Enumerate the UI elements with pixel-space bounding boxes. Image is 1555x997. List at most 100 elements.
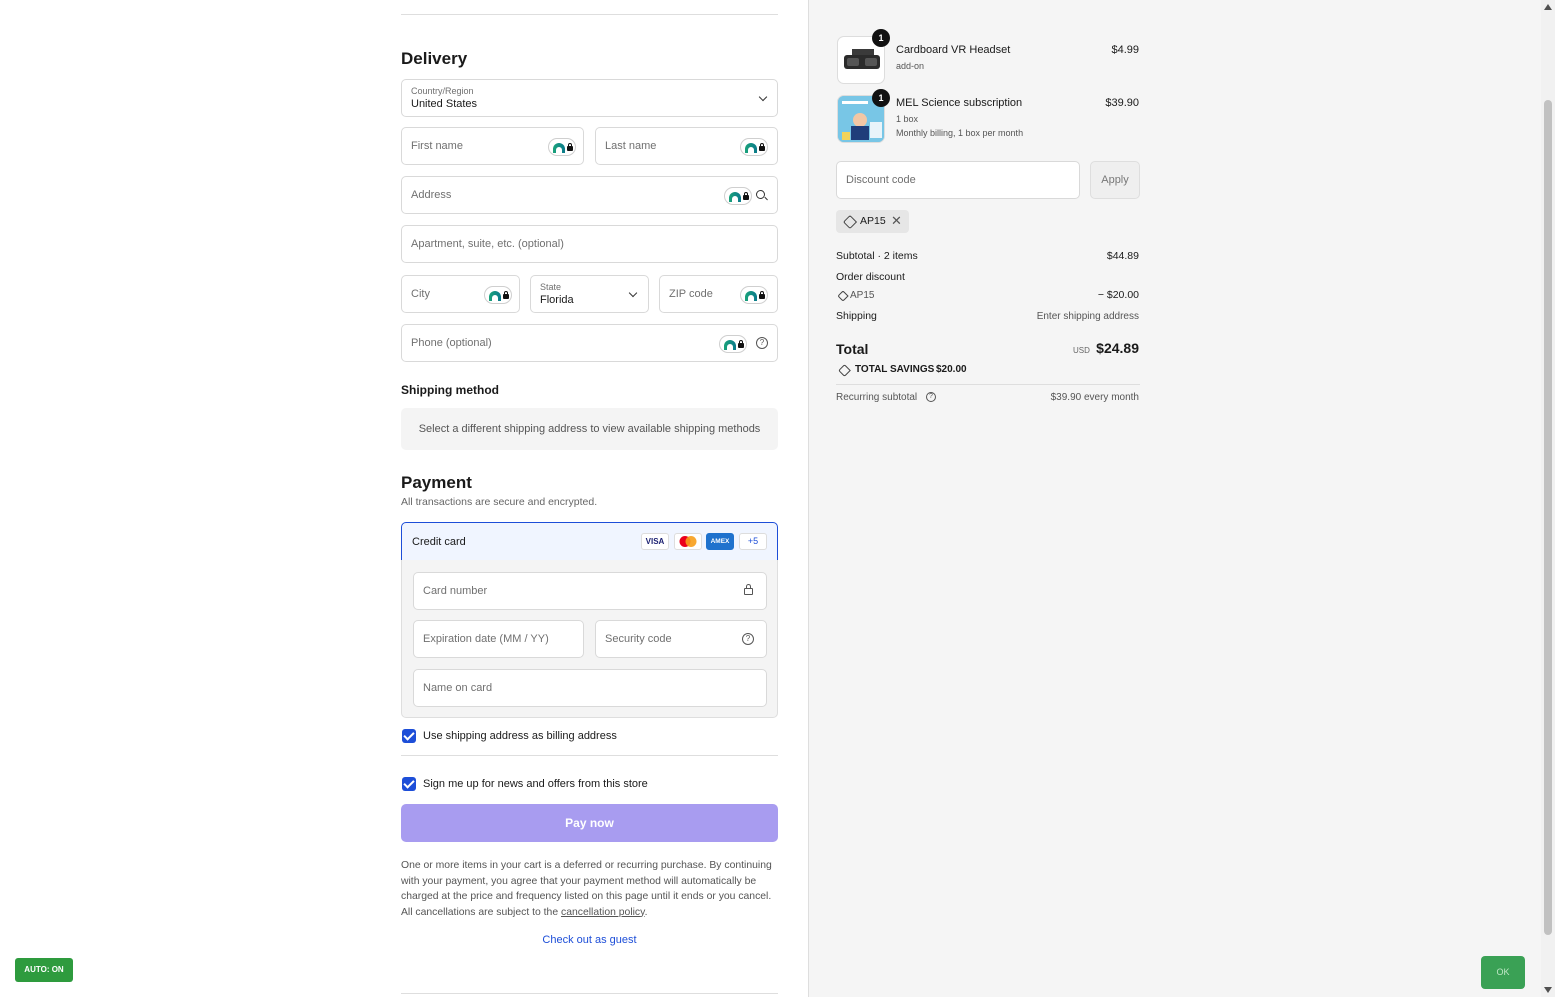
expiration-placeholder: Expiration date (MM / YY)	[423, 633, 549, 645]
credit-card-form: Card number Expiration date (MM / YY) Se…	[401, 560, 778, 718]
guest-checkout-link[interactable]: Check out as guest	[401, 934, 778, 946]
autofill-lock-icon[interactable]	[740, 138, 768, 156]
country-value: United States	[411, 98, 478, 110]
city-field[interactable]: City	[401, 275, 520, 313]
newsletter-checkbox[interactable]	[402, 777, 416, 791]
checkout-form-panel: Delivery Country/Region United States Fi…	[0, 0, 808, 997]
section-divider	[401, 14, 778, 15]
tag-icon	[837, 290, 849, 302]
credit-card-option[interactable]: Credit card VISA AMEX +5	[401, 522, 778, 561]
lock-icon	[744, 584, 753, 595]
recurring-purchase-notice: One or more items in your cart is a defe…	[401, 858, 779, 920]
applied-code: AP15	[860, 215, 886, 227]
zip-field[interactable]: ZIP code	[659, 275, 778, 313]
state-label: State	[540, 282, 562, 292]
autofill-lock-icon[interactable]	[740, 286, 768, 304]
last-name-placeholder: Last name	[605, 140, 657, 152]
total-label: Total	[836, 341, 869, 357]
pay-now-button[interactable]: Pay now	[401, 804, 778, 842]
previous-section-fragment	[401, 0, 778, 3]
item-price: $4.99	[1111, 44, 1139, 56]
expiration-field[interactable]: Expiration date (MM / YY)	[413, 620, 584, 658]
recurring-value: $39.90 every month	[1050, 392, 1139, 403]
discount-code-row: AP15	[850, 290, 875, 301]
zip-placeholder: ZIP code	[669, 288, 713, 300]
help-icon[interactable]: ?	[756, 337, 768, 349]
name-on-card-placeholder: Name on card	[423, 682, 493, 694]
visa-icon: VISA	[641, 533, 669, 550]
autofill-lock-icon[interactable]	[548, 138, 576, 156]
payment-heading: Payment	[401, 473, 472, 492]
country-select[interactable]: Country/Region United States	[401, 79, 778, 117]
billing-checkbox-label: Use shipping address as billing address	[423, 730, 617, 742]
country-label: Country/Region	[411, 86, 474, 96]
currency-code: USD	[1073, 346, 1090, 355]
delivery-heading: Delivery	[401, 49, 468, 68]
cancellation-policy-link[interactable]: cancellation policy	[561, 907, 645, 918]
legal-end: .	[644, 906, 648, 918]
shipping-value: Enter shipping address	[1036, 311, 1139, 322]
first-name-placeholder: First name	[411, 140, 463, 152]
last-name-field[interactable]: Last name	[595, 127, 778, 165]
address-placeholder: Address	[411, 189, 452, 201]
order-discount-label: Order discount	[836, 271, 905, 283]
scrollbar-thumb[interactable]	[1544, 100, 1552, 935]
item-name: MEL Science subscription	[896, 97, 1023, 109]
phone-field[interactable]: Phone (optional) ?	[401, 324, 778, 362]
amex-icon: AMEX	[706, 533, 734, 550]
applied-discount-tag: AP15 ✕	[836, 210, 909, 233]
shipping-method-heading: Shipping method	[401, 383, 499, 397]
scroll-up-icon[interactable]	[1544, 4, 1552, 10]
city-placeholder: City	[411, 288, 430, 300]
savings-value: $20.00	[936, 364, 967, 375]
item-variant: 1 box	[896, 114, 919, 124]
discount-code-input[interactable]: Discount code	[836, 161, 1080, 199]
billing-checkbox[interactable]	[402, 729, 416, 743]
order-summary-panel: 1 Cardboard VR Headset add-on $4.99 1 ME…	[808, 0, 1541, 997]
autofill-lock-icon[interactable]	[484, 286, 512, 304]
card-number-field[interactable]: Card number	[413, 572, 767, 610]
autofill-lock-icon[interactable]	[724, 187, 752, 205]
more-brands-badge: +5	[739, 533, 767, 550]
help-icon[interactable]: ?	[742, 633, 754, 645]
vertical-scrollbar[interactable]	[1541, 0, 1555, 997]
quantity-badge: 1	[872, 29, 890, 47]
state-value: Florida	[540, 294, 574, 306]
discount-value: − $20.00	[1097, 289, 1139, 301]
state-select[interactable]: State Florida	[530, 275, 649, 313]
name-on-card-field[interactable]: Name on card	[413, 669, 767, 707]
savings-label: TOTAL SAVINGS	[855, 364, 935, 375]
info-icon[interactable]: ?	[926, 392, 936, 402]
shipping-method-note: Select a different shipping address to v…	[401, 408, 778, 450]
divider	[836, 384, 1140, 385]
item-price: $39.90	[1105, 97, 1139, 109]
first-name-field[interactable]: First name	[401, 127, 584, 165]
apply-button[interactable]: Apply	[1090, 161, 1140, 199]
auto-mode-badge[interactable]: AUTO: ON	[15, 958, 73, 982]
remove-discount-icon[interactable]: ✕	[891, 213, 902, 229]
mastercard-icon	[674, 533, 702, 550]
security-placeholder: Security code	[605, 633, 672, 645]
item-billing-note: Monthly billing, 1 box per month	[896, 128, 1024, 138]
address-field[interactable]: Address	[401, 176, 778, 214]
ok-button[interactable]: OK	[1481, 956, 1525, 989]
item-variant: add-on	[896, 61, 925, 71]
divider	[401, 755, 778, 756]
search-icon	[756, 190, 765, 199]
scroll-down-icon[interactable]	[1544, 987, 1552, 993]
total-value: $24.89	[1096, 340, 1139, 356]
security-code-field[interactable]: Security code ?	[595, 620, 767, 658]
apartment-field[interactable]: Apartment, suite, etc. (optional)	[401, 225, 778, 263]
savings-tag-icon	[838, 364, 851, 377]
item-name: Cardboard VR Headset	[896, 44, 1011, 56]
shipping-label: Shipping	[836, 310, 877, 322]
autofill-lock-icon[interactable]	[719, 335, 747, 353]
quantity-badge: 1	[872, 89, 890, 107]
discount-placeholder: Discount code	[846, 174, 916, 186]
footer-divider	[401, 993, 778, 994]
payment-subheading: All transactions are secure and encrypte…	[401, 496, 598, 508]
subtotal-label: Subtotal · 2 items	[836, 250, 918, 262]
credit-card-label: Credit card	[412, 536, 466, 548]
recurring-label: Recurring subtotal	[836, 392, 918, 403]
phone-placeholder: Phone (optional)	[411, 337, 492, 349]
